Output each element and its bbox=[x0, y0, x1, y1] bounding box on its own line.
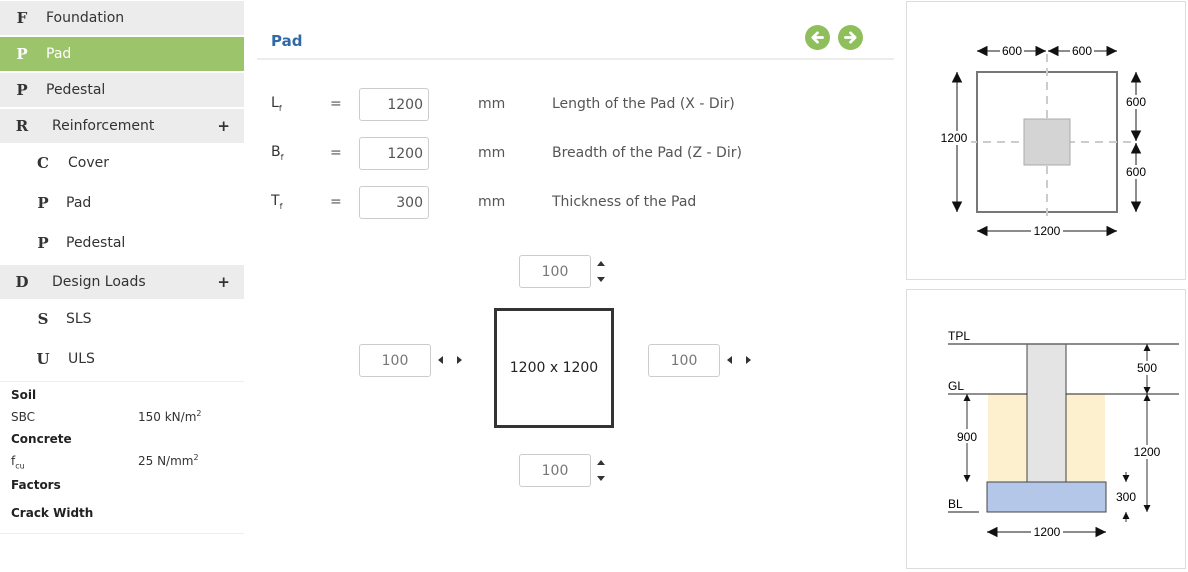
sidebar-item-reinf-pad[interactable]: P Pad bbox=[0, 186, 244, 220]
next-button[interactable] bbox=[838, 25, 863, 50]
sidebar-item-reinf-pedestal[interactable]: P Pedestal bbox=[0, 226, 244, 260]
page-title: Pad bbox=[271, 32, 303, 50]
sidebar-item-reinforcement[interactable]: R Reinforcement + bbox=[0, 109, 244, 143]
breadth-symbol: Bf bbox=[271, 144, 284, 162]
equals-sign: = bbox=[330, 96, 342, 112]
soil-heading: Soil bbox=[11, 388, 37, 402]
sidebar-item-label: Cover bbox=[68, 155, 109, 171]
top-offset-input[interactable] bbox=[519, 255, 591, 288]
breadth-input[interactable] bbox=[359, 137, 429, 170]
dim-depth-to-pad: 900 bbox=[957, 430, 977, 444]
fcu-value: 25 N/mm2 bbox=[138, 453, 199, 469]
sbc-label: SBC bbox=[11, 410, 36, 424]
title-divider bbox=[257, 58, 894, 60]
dim-right-bottom: 600 bbox=[1126, 165, 1146, 179]
sidebar-item-cover[interactable]: C Cover bbox=[0, 146, 244, 180]
dim-top-left: 600 bbox=[1002, 44, 1022, 58]
section-view-diagram: TPL GL BL 500 900 1200 300 1200 bbox=[948, 329, 1179, 539]
material-summary: Soil SBC 150 kN/m2 Concrete fcu 25 N/mm2… bbox=[0, 381, 244, 534]
tpl-label: TPL bbox=[948, 329, 970, 343]
pad-size-label: 1200 x 1200 bbox=[509, 360, 599, 376]
length-input[interactable] bbox=[359, 88, 429, 121]
thickness-input[interactable] bbox=[359, 186, 429, 219]
dim-left-total: 1200 bbox=[941, 131, 968, 145]
design-loads-letter-icon: D bbox=[15, 273, 29, 291]
thickness-description: Thickness of the Pad bbox=[552, 194, 697, 210]
length-symbol: Lf bbox=[271, 95, 282, 113]
arrow-right-icon bbox=[844, 31, 857, 44]
dim-total-depth: 1200 bbox=[1134, 445, 1161, 459]
pedestal-letter-icon: P bbox=[16, 81, 28, 99]
sidebar-item-label: Pedestal bbox=[66, 235, 126, 251]
dim-bottom-total: 1200 bbox=[1034, 224, 1061, 238]
dim-pad-thickness: 300 bbox=[1116, 490, 1136, 504]
previous-button[interactable] bbox=[805, 25, 830, 50]
thickness-symbol: Tf bbox=[271, 193, 283, 211]
breadth-unit: mm bbox=[478, 145, 506, 161]
bl-label: BL bbox=[948, 497, 963, 511]
sidebar-item-foundation[interactable]: F Foundation bbox=[0, 1, 244, 35]
dim-pedestal-above-gl: 500 bbox=[1137, 361, 1157, 375]
dim-right-top: 600 bbox=[1126, 95, 1146, 109]
move-right-icon[interactable] bbox=[746, 356, 751, 364]
sidebar-item-label: ULS bbox=[68, 351, 95, 367]
breadth-description: Breadth of the Pad (Z - Dir) bbox=[552, 145, 742, 161]
pad-section bbox=[986, 481, 1107, 513]
length-description: Length of the Pad (X - Dir) bbox=[552, 96, 735, 112]
bottom-offset-input[interactable] bbox=[519, 454, 591, 487]
length-unit: mm bbox=[478, 96, 506, 112]
sidebar-item-label: Pedestal bbox=[46, 82, 106, 98]
uls-letter-icon: U bbox=[36, 350, 50, 368]
concrete-heading: Concrete bbox=[11, 432, 72, 446]
move-down-icon[interactable] bbox=[597, 277, 605, 282]
sidebar-item-sls[interactable]: S SLS bbox=[0, 302, 244, 336]
expand-plus-icon[interactable]: + bbox=[217, 273, 230, 291]
fcu-label: fcu bbox=[11, 454, 25, 471]
thickness-unit: mm bbox=[478, 194, 506, 210]
pedestal-outline bbox=[1023, 118, 1071, 166]
sidebar-item-label: Pad bbox=[66, 195, 92, 211]
sbc-value: 150 kN/m2 bbox=[138, 409, 202, 425]
left-offset-input[interactable] bbox=[359, 344, 431, 377]
move-up-icon[interactable] bbox=[597, 460, 605, 465]
pad-letter-icon: P bbox=[16, 45, 28, 63]
sidebar-item-design-loads[interactable]: D Design Loads + bbox=[0, 265, 244, 299]
dim-pad-width: 1200 bbox=[1034, 525, 1061, 539]
foundation-letter-icon: F bbox=[16, 9, 28, 27]
sidebar-item-label: Pad bbox=[46, 46, 72, 62]
crack-width-heading[interactable]: Crack Width bbox=[11, 506, 93, 520]
reinforcement-letter-icon: R bbox=[15, 117, 29, 135]
reinf-pad-letter-icon: P bbox=[37, 194, 49, 212]
plan-view-panel: 600 600 1200 600 600 1200 bbox=[906, 1, 1186, 280]
move-left-icon[interactable] bbox=[727, 356, 732, 364]
sidebar-item-label: Foundation bbox=[46, 10, 125, 26]
dim-top-right: 600 bbox=[1072, 44, 1092, 58]
sidebar-item-uls[interactable]: U ULS bbox=[0, 342, 244, 376]
sidebar-item-pedestal[interactable]: P Pedestal bbox=[0, 73, 244, 107]
expand-plus-icon[interactable]: + bbox=[217, 117, 230, 135]
pad-preview: 1200 x 1200 bbox=[494, 308, 614, 428]
section-view-panel: TPL GL BL 500 900 1200 300 1200 bbox=[906, 289, 1186, 569]
sidebar-item-label: Design Loads bbox=[52, 274, 146, 290]
cover-letter-icon: C bbox=[37, 154, 49, 172]
plan-view-diagram: 600 600 1200 600 600 1200 bbox=[941, 43, 1149, 238]
equals-sign: = bbox=[330, 194, 342, 210]
gl-label: GL bbox=[948, 379, 964, 393]
reinf-pedestal-letter-icon: P bbox=[37, 234, 49, 252]
factors-heading[interactable]: Factors bbox=[11, 478, 61, 492]
sidebar-item-pad[interactable]: P Pad bbox=[0, 37, 244, 71]
move-right-icon[interactable] bbox=[457, 356, 462, 364]
arrow-left-icon bbox=[811, 31, 824, 44]
equals-sign: = bbox=[330, 145, 342, 161]
pedestal-section bbox=[1026, 343, 1067, 483]
move-down-icon[interactable] bbox=[597, 476, 605, 481]
move-left-icon[interactable] bbox=[438, 356, 443, 364]
sls-letter-icon: S bbox=[37, 310, 49, 328]
sidebar-item-label: SLS bbox=[66, 311, 92, 327]
move-up-icon[interactable] bbox=[597, 261, 605, 266]
right-offset-input[interactable] bbox=[648, 344, 720, 377]
sidebar-item-label: Reinforcement bbox=[52, 118, 155, 134]
